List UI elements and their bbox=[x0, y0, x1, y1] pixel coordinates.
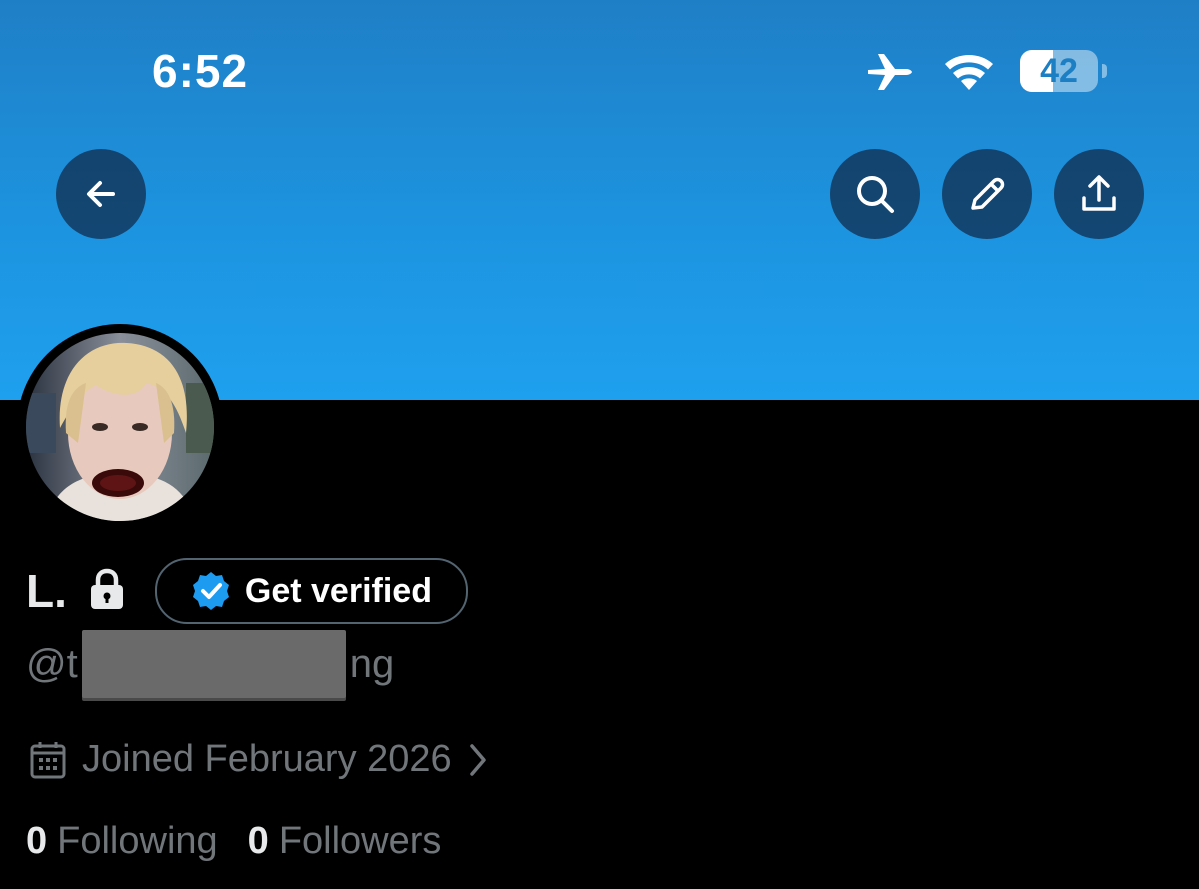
name-row: L. Get verified bbox=[26, 558, 468, 624]
battery-level: 42 bbox=[1040, 52, 1078, 90]
handle-end: ng bbox=[349, 642, 395, 686]
pencil-icon bbox=[971, 177, 1005, 210]
verified-badge-icon bbox=[192, 572, 229, 610]
search-button[interactable] bbox=[830, 149, 920, 239]
share-icon bbox=[1082, 175, 1116, 211]
avatar-image bbox=[26, 333, 214, 521]
share-button[interactable] bbox=[1054, 149, 1144, 239]
calendar-icon bbox=[30, 741, 66, 778]
follow-stats: 0 Following 0 Followers bbox=[26, 820, 441, 863]
wifi-icon bbox=[945, 55, 993, 90]
handle-start: @t bbox=[26, 642, 78, 686]
joined-date[interactable]: Joined February 2026 bbox=[30, 738, 488, 781]
get-verified-button[interactable]: Get verified bbox=[154, 558, 468, 624]
battery-tip bbox=[1102, 64, 1107, 78]
following-label: Following bbox=[57, 820, 218, 862]
following-link[interactable]: 0 Following bbox=[26, 820, 218, 863]
display-name: L. bbox=[26, 565, 67, 617]
airplane-mode-icon bbox=[868, 54, 912, 90]
arrow-left-icon bbox=[87, 181, 115, 207]
search-icon bbox=[857, 176, 894, 213]
lock-icon bbox=[90, 568, 123, 609]
followers-label: Followers bbox=[278, 820, 442, 862]
status-time: 6:52 bbox=[152, 45, 249, 97]
avatar-ring bbox=[17, 324, 223, 530]
avatar[interactable] bbox=[26, 333, 214, 521]
following-count: 0 bbox=[26, 820, 48, 862]
joined-text: Joined February 2026 bbox=[82, 738, 452, 780]
followers-link[interactable]: 0 Followers bbox=[248, 820, 442, 863]
battery-icon: 42 bbox=[1020, 50, 1098, 92]
edit-button[interactable] bbox=[942, 149, 1032, 239]
get-verified-label: Get verified bbox=[244, 571, 432, 610]
chevron-right-icon bbox=[469, 743, 486, 776]
back-button[interactable] bbox=[56, 149, 146, 239]
redaction-box bbox=[82, 630, 346, 698]
followers-count: 0 bbox=[247, 820, 269, 862]
